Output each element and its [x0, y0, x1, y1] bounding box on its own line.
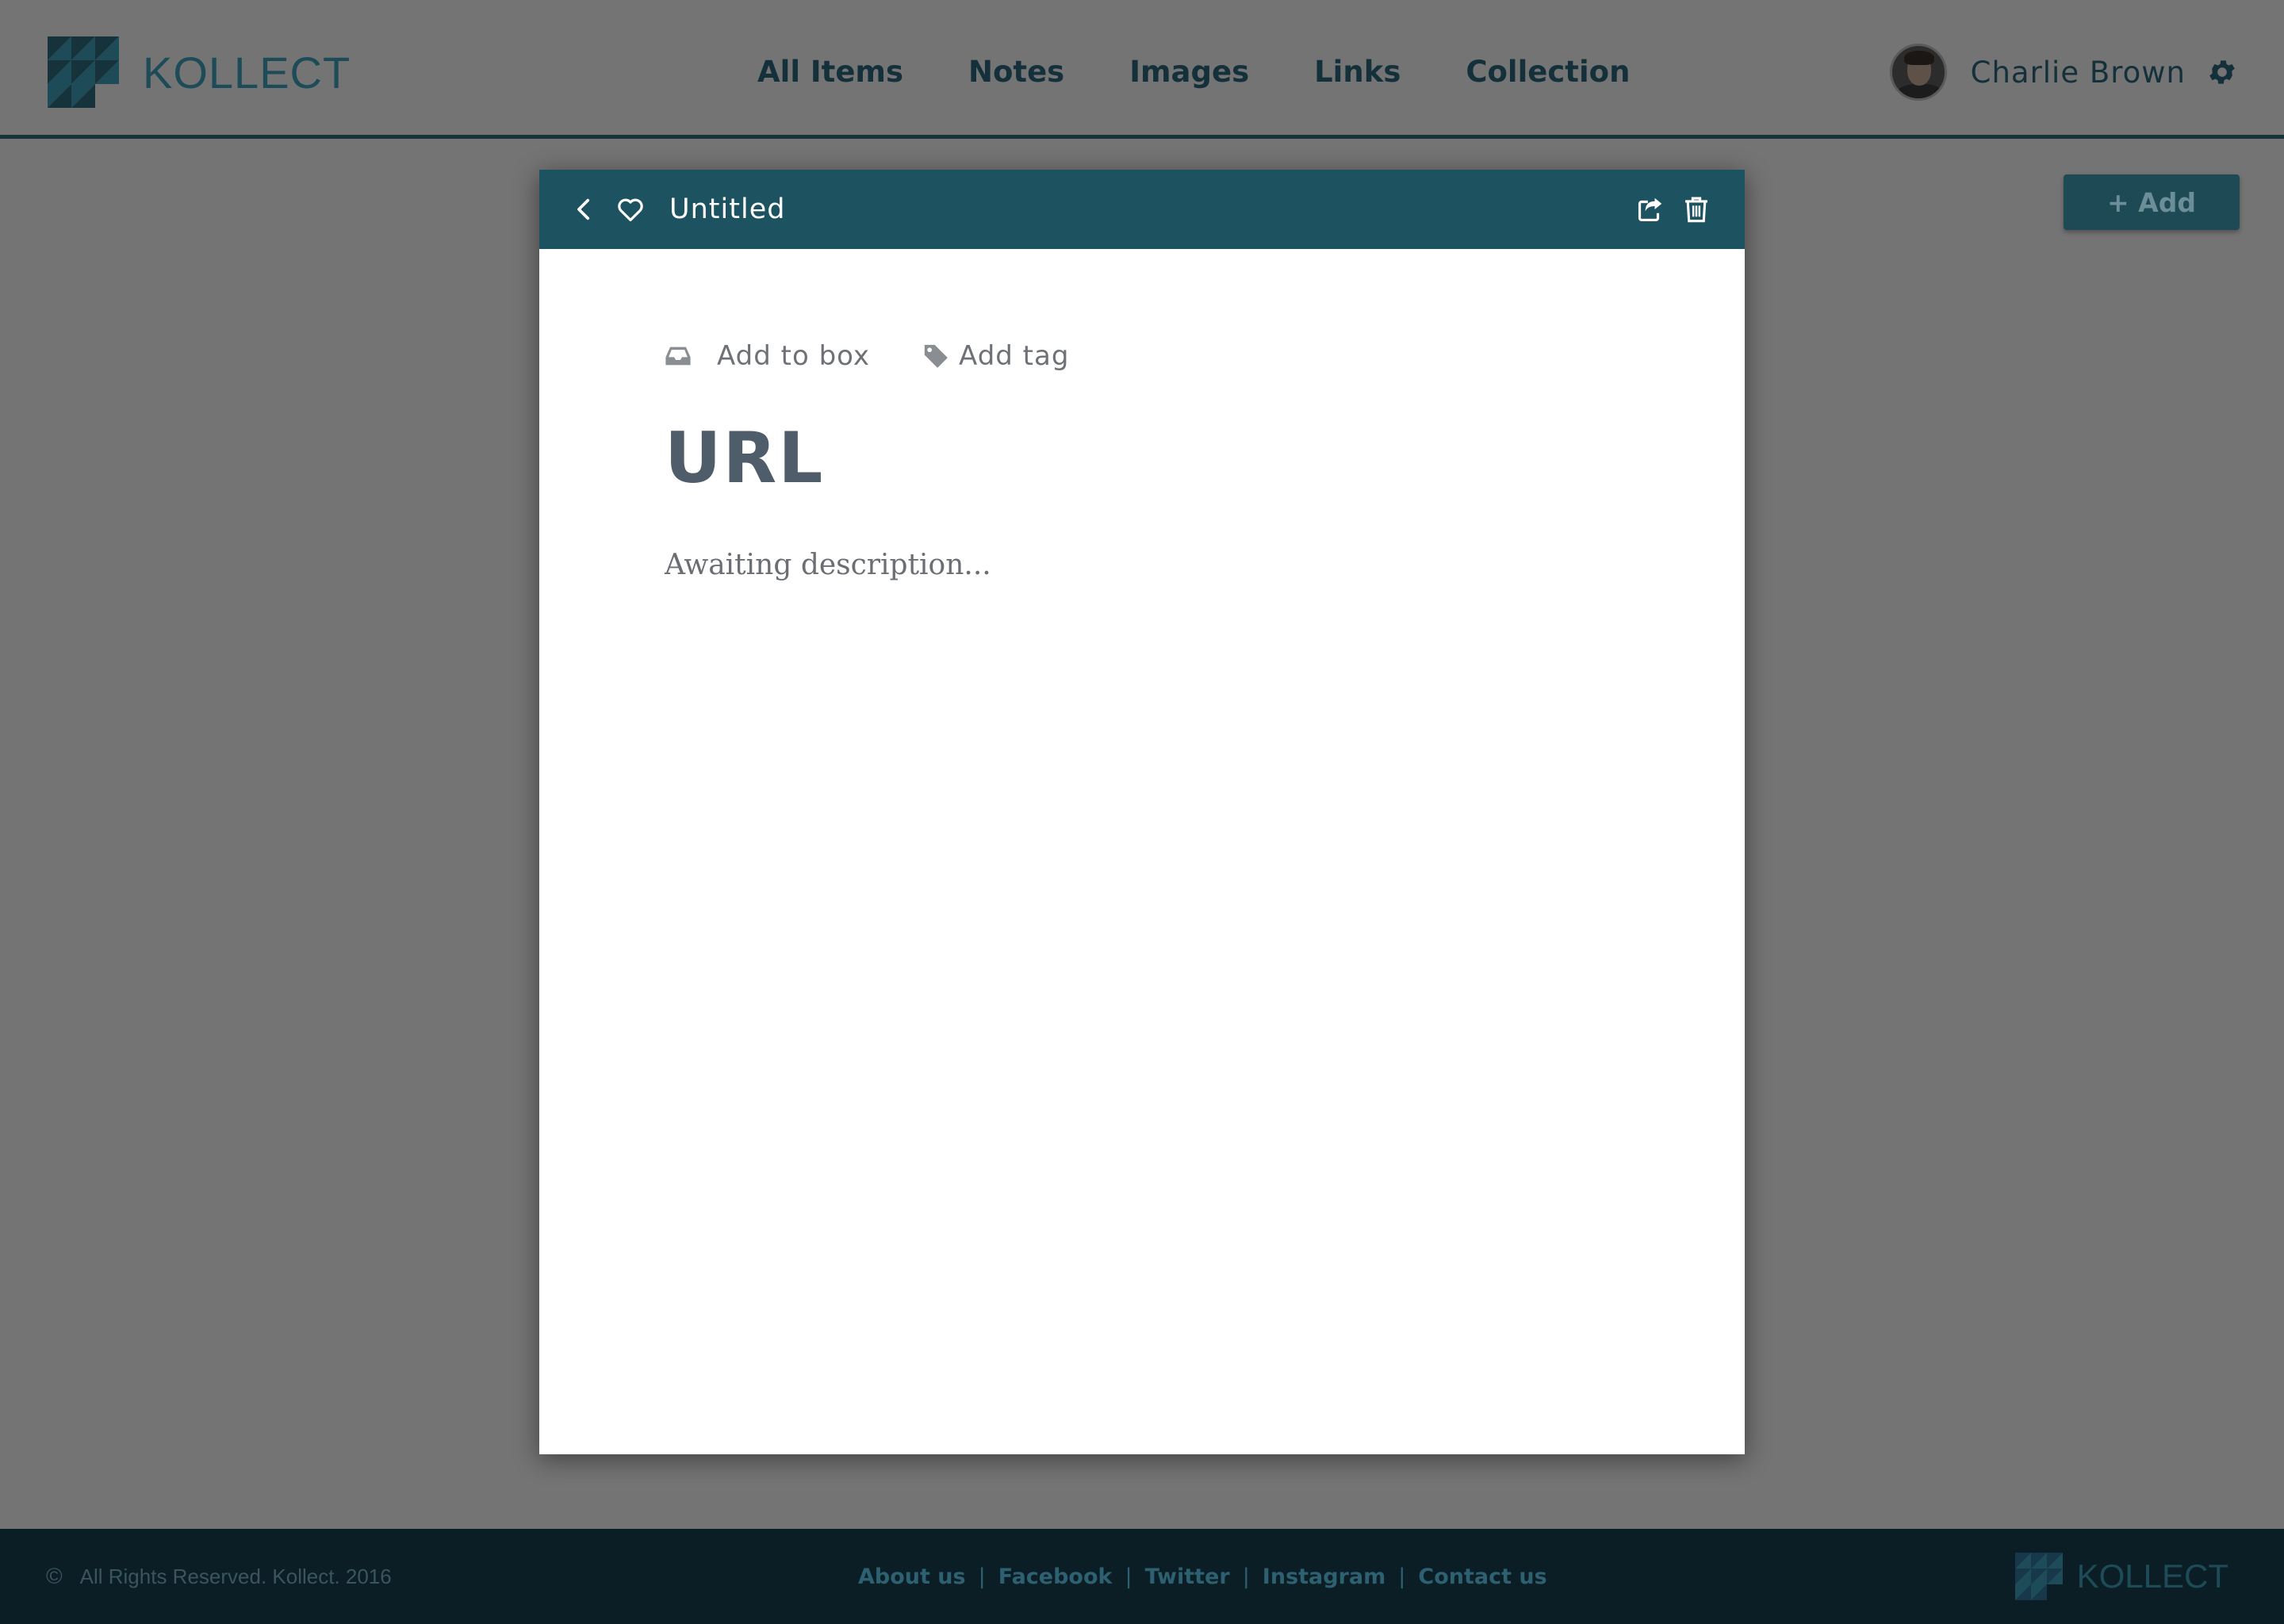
- footer-link-separator: |: [1242, 1564, 1250, 1589]
- footer-links: About us | Facebook | Twitter | Instagra…: [858, 1529, 1547, 1624]
- footer-link-twitter[interactable]: Twitter: [1145, 1565, 1230, 1589]
- footer: © All Rights Reserved. Kollect. 2016 Abo…: [0, 1529, 2284, 1624]
- add-button[interactable]: + Add: [2064, 174, 2240, 230]
- avatar[interactable]: [1889, 44, 1947, 101]
- copyright-text: All Rights Reserved. Kollect. 2016: [79, 1564, 392, 1588]
- chevron-left-icon[interactable]: [571, 196, 598, 223]
- trash-icon[interactable]: [1683, 194, 1710, 224]
- footer-link-contact[interactable]: Contact us: [1418, 1565, 1546, 1589]
- item-description[interactable]: Awaiting description...: [665, 549, 1616, 581]
- share-button[interactable]: [1635, 170, 1665, 249]
- delete-button[interactable]: [1683, 170, 1710, 249]
- item-detail-modal: Untitled Add to box Add tag URL Awaiting…: [539, 170, 1745, 1454]
- add-to-box-button[interactable]: Add to box: [665, 340, 870, 372]
- footer-link-facebook[interactable]: Facebook: [998, 1565, 1113, 1589]
- tag-icon: [924, 344, 948, 368]
- footer-brand-name: KOLLECT: [2076, 1557, 2228, 1595]
- nav-item-links[interactable]: Links: [1314, 55, 1401, 89]
- add-to-box-label: Add to box: [717, 340, 871, 372]
- modal-header: Untitled: [539, 170, 1745, 249]
- gear-icon[interactable]: [2206, 56, 2238, 88]
- footer-link-separator: |: [1398, 1564, 1406, 1589]
- logo-icon: [48, 36, 119, 108]
- copyright-icon: ©: [46, 1564, 63, 1588]
- item-title[interactable]: URL: [665, 423, 1616, 493]
- share-icon[interactable]: [1635, 194, 1665, 224]
- user-menu[interactable]: Charlie Brown: [1889, 44, 2238, 101]
- brand-name: KOLLECT: [143, 47, 351, 98]
- add-tag-label: Add tag: [959, 340, 1070, 372]
- brand-logo[interactable]: KOLLECT: [48, 36, 351, 108]
- modal-title[interactable]: Untitled: [669, 170, 785, 249]
- footer-link-separator: |: [978, 1564, 986, 1589]
- main-nav: All Items Notes Images Links Collection: [757, 48, 1630, 95]
- user-name[interactable]: Charlie Brown: [1971, 56, 2186, 90]
- nav-item-images[interactable]: Images: [1129, 55, 1249, 89]
- favorite-button[interactable]: [615, 170, 646, 249]
- top-bar: KOLLECT All Items Notes Images Links Col…: [0, 0, 2284, 139]
- nav-item-collection[interactable]: Collection: [1466, 55, 1630, 89]
- add-tag-button[interactable]: Add tag: [922, 340, 1069, 372]
- heart-icon[interactable]: [615, 194, 646, 224]
- back-button[interactable]: [571, 170, 598, 249]
- logo-icon: [2014, 1553, 2063, 1600]
- footer-link-separator: |: [1125, 1564, 1132, 1589]
- footer-brand[interactable]: KOLLECT: [2014, 1553, 2228, 1600]
- modal-body: Add to box Add tag URL Awaiting descript…: [665, 328, 1616, 581]
- inbox-icon: [665, 347, 691, 366]
- copyright: © All Rights Reserved. Kollect. 2016: [46, 1529, 392, 1624]
- nav-item-all-items[interactable]: All Items: [757, 55, 903, 89]
- footer-link-instagram[interactable]: Instagram: [1263, 1565, 1385, 1589]
- nav-item-notes[interactable]: Notes: [968, 55, 1064, 89]
- footer-link-about[interactable]: About us: [858, 1565, 966, 1589]
- item-meta-row: Add to box Add tag: [665, 328, 1616, 384]
